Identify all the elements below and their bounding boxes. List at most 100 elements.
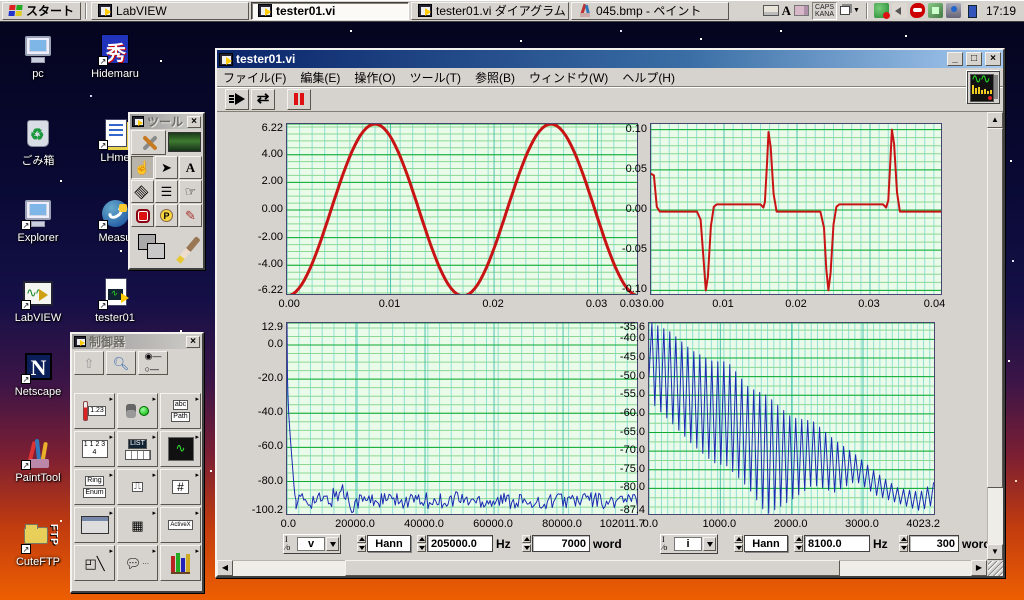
words-control-right[interactable]: 300 word — [899, 535, 991, 552]
menu-operate[interactable]: 操作(O) — [354, 69, 395, 86]
classic-controls-cell[interactable]: ▦ ▸ — [117, 507, 158, 543]
channel-selector-left[interactable]: I ⁄o v — [283, 534, 341, 554]
menu-window[interactable]: ウィンドウ(W) — [529, 69, 608, 86]
close-icon[interactable]: × — [187, 115, 201, 128]
window-type-value[interactable]: Hann — [367, 535, 411, 552]
network-tray-icon[interactable] — [945, 3, 961, 18]
window-ring-right[interactable]: Hann — [734, 535, 788, 552]
frequency-control-right[interactable]: 8100.0 Hz — [794, 535, 888, 552]
set-color-tool[interactable] — [131, 228, 175, 268]
decorations-cell[interactable]: ◰╲ ▸ — [74, 545, 115, 581]
words-value[interactable]: 300 — [909, 535, 959, 552]
increment-decrement[interactable] — [357, 535, 366, 552]
caps-kana-indicator[interactable]: CAPS KANA — [811, 1, 838, 20]
close-icon[interactable]: × — [186, 335, 200, 348]
network-users-tray-icon[interactable] — [873, 3, 890, 19]
array-cluster-cell[interactable]: 1 1 2 3 4 ▸ — [74, 431, 115, 467]
ati-tray-icon[interactable] — [909, 3, 925, 18]
chevron-down-icon[interactable]: ▼ — [853, 7, 860, 14]
ime-toolbar-icon[interactable] — [840, 6, 851, 15]
desktop-icon-tester01[interactable]: ↗ tester01 — [79, 278, 151, 324]
start-button[interactable]: スタート — [2, 1, 82, 20]
clock[interactable]: 17:19 — [982, 4, 1020, 18]
scroll-down-button[interactable]: ▼ — [987, 544, 1003, 560]
edit-text-tool[interactable]: A — [179, 156, 202, 179]
run-button[interactable] — [225, 88, 249, 110]
pccard-tray-icon[interactable] — [927, 3, 943, 18]
color-brush-tool[interactable] — [178, 228, 202, 268]
desktop-icon-explorer[interactable]: ↗ Explorer — [2, 198, 74, 244]
continuous-run-button[interactable]: ⇄ — [251, 88, 275, 110]
activex-cell[interactable]: ActiveX ▸ — [160, 507, 201, 543]
shortcut-menu-tool[interactable]: ☰ — [155, 180, 178, 203]
graph-cell[interactable]: ∿ ▸ — [160, 431, 201, 467]
words-control-left[interactable]: 7000 word — [522, 535, 622, 552]
menu-help[interactable]: ヘルプ(H) — [622, 69, 675, 86]
palette-options-button[interactable]: ◉— ○— — [138, 351, 168, 375]
resize-grip[interactable] — [988, 561, 1003, 576]
wire-tool[interactable]: ▤ — [131, 180, 154, 203]
palette-search-button[interactable]: 🔍︎ — [106, 351, 136, 375]
words-value[interactable]: 7000 — [532, 535, 590, 552]
menu-browse[interactable]: 参照(B) — [475, 69, 515, 86]
frequency-control-left[interactable]: 205000.0 Hz — [417, 535, 511, 552]
io-cell[interactable]: ⎍ ▸ — [117, 469, 158, 505]
increment-decrement[interactable] — [899, 535, 908, 552]
scroll-up-button[interactable]: ▲ — [987, 112, 1003, 128]
channel-selector-right[interactable]: I ⁄o i — [660, 534, 718, 554]
frequency-value[interactable]: 8100.0 — [804, 535, 870, 552]
desktop-icon-painttool[interactable]: ↗ PaintTool — [2, 438, 74, 484]
select-control-cell[interactable]: 💬︎… ▸ — [117, 545, 158, 581]
volume-tray-icon[interactable] — [891, 3, 907, 18]
operate-value-tool[interactable]: ☝ — [131, 156, 154, 179]
ime-pad-icon[interactable] — [793, 5, 809, 16]
dropdown-button[interactable] — [703, 537, 716, 551]
horizontal-scroll-thumb[interactable] — [345, 560, 840, 576]
desktop-icon-netscape[interactable]: N ↗ Netscape — [2, 352, 74, 398]
dropdown-button[interactable] — [326, 537, 339, 551]
pause-button[interactable] — [287, 88, 311, 110]
battery-tray-icon[interactable] — [963, 3, 979, 18]
desktop-icon-recycle-bin[interactable]: ♻ ごみ箱 — [2, 118, 74, 168]
scroll-right-button[interactable]: ▶ — [971, 560, 987, 576]
numeric-controls-cell[interactable]: 1.23 ▸ — [74, 393, 115, 429]
ring-enum-cell[interactable]: Ring Enum ▸ — [74, 469, 115, 505]
get-color-tool[interactable]: ✎ — [179, 204, 202, 227]
string-path-controls-cell[interactable]: abc Path ▸ — [160, 393, 201, 429]
taskbar-item-diagram[interactable]: tester01.vi ダイアグラム — [411, 1, 570, 20]
channel-value[interactable]: i — [674, 537, 702, 551]
user-controls-cell[interactable]: ▸ — [160, 545, 201, 581]
increment-decrement[interactable] — [417, 535, 426, 552]
increment-decrement[interactable] — [794, 535, 803, 552]
ime-input-mode[interactable]: A — [782, 3, 791, 19]
menu-tools[interactable]: ツール(T) — [410, 69, 461, 86]
minimize-button[interactable]: _ — [947, 52, 963, 66]
scroll-left-button[interactable]: ◀ — [217, 560, 233, 576]
vertical-scroll-thumb[interactable] — [987, 128, 1003, 488]
boolean-controls-cell[interactable]: ▸ — [117, 393, 158, 429]
list-table-cell[interactable]: LIST ▸ — [117, 431, 158, 467]
desktop-icon-cuteftp[interactable]: FTP ↗ CuteFTP — [2, 522, 74, 568]
palette-up-button[interactable]: ⇧ — [74, 351, 104, 375]
position-tool[interactable]: ➤ — [155, 156, 178, 179]
menu-file[interactable]: ファイル(F) — [223, 69, 286, 86]
probe-tool[interactable]: P — [155, 204, 178, 227]
desktop-icon-hidemaru[interactable]: 秀 ↗ Hidemaru — [79, 34, 151, 80]
breakpoint-tool[interactable] — [131, 204, 154, 227]
desktop-icon-pc[interactable]: pc — [2, 34, 74, 80]
increment-decrement[interactable] — [734, 535, 743, 552]
taskbar-item-tester01[interactable]: tester01.vi — [251, 1, 410, 20]
tools-palette-titlebar[interactable]: ツール × — [130, 114, 203, 129]
taskbar-item-paint[interactable]: 045.bmp - ペイント — [571, 1, 730, 20]
refnum-cell[interactable]: # ▸ — [160, 469, 201, 505]
auto-tool-button[interactable] — [131, 130, 166, 155]
dialog-controls-cell[interactable]: ▸ — [74, 507, 115, 543]
desktop-icon-labview[interactable]: ∿∿ ↗ LabVIEW — [2, 278, 74, 324]
keyboard-icon[interactable] — [762, 5, 779, 16]
window-ring-left[interactable]: Hann — [357, 535, 411, 552]
title-bar[interactable]: tester01.vi _ □ × — [217, 50, 1003, 68]
menu-edit[interactable]: 編集(E) — [300, 69, 340, 86]
channel-value[interactable]: v — [297, 537, 325, 551]
window-type-value[interactable]: Hann — [744, 535, 788, 552]
maximize-button[interactable]: □ — [966, 52, 982, 66]
